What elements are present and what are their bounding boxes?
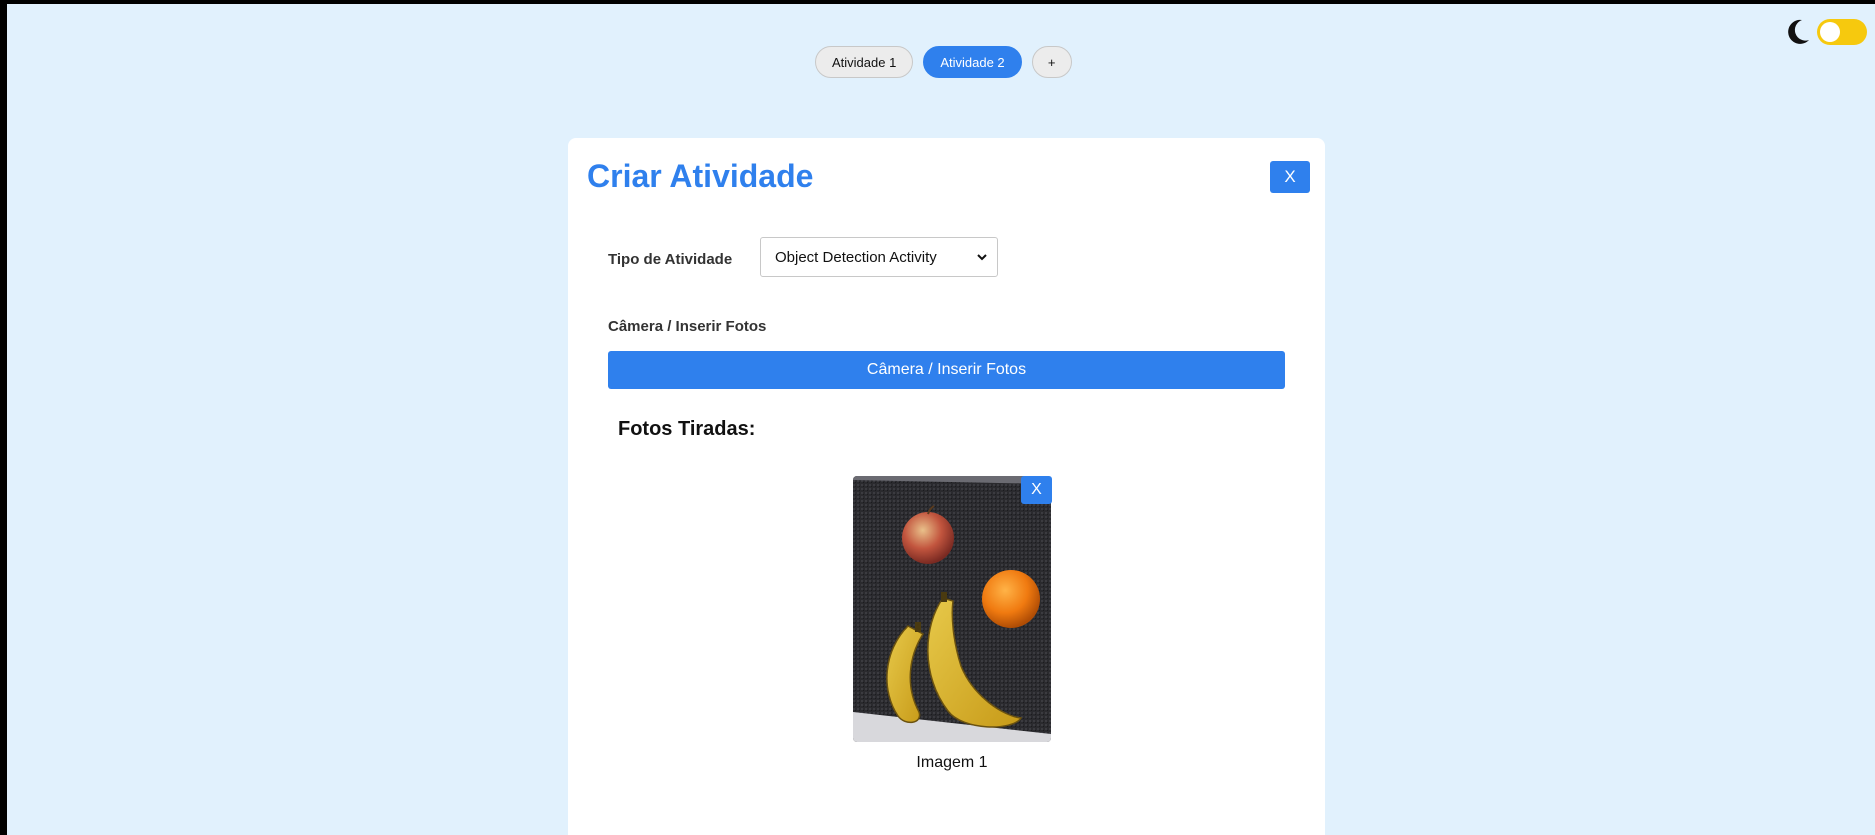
create-activity-modal: Criar Atividade X Tipo de Atividade Obje… xyxy=(568,138,1325,835)
activity-tabs: Atividade 1 Atividade 2 + xyxy=(815,46,1072,78)
camera-insert-photos-button[interactable]: Câmera / Inserir Fotos xyxy=(608,351,1285,389)
remove-photo-button[interactable]: X xyxy=(1021,476,1052,504)
moon-icon xyxy=(1788,19,1809,44)
theme-toggle[interactable] xyxy=(1785,18,1867,46)
tab-atividade-2[interactable]: Atividade 2 xyxy=(923,46,1022,78)
close-modal-button[interactable]: X xyxy=(1270,161,1310,193)
photo-fruits-image xyxy=(853,476,1051,742)
chevron-down-icon xyxy=(977,254,987,261)
switch-knob xyxy=(1820,22,1840,42)
app-viewport: Atividade 1 Atividade 2 + Criar Atividad… xyxy=(7,4,1875,835)
photos-heading: Fotos Tiradas: xyxy=(618,418,756,440)
activity-type-select[interactable]: Object Detection Activity xyxy=(760,237,998,277)
modal-title: Criar Atividade xyxy=(587,158,814,194)
photo-card: X xyxy=(853,476,1052,742)
add-tab-button[interactable]: + xyxy=(1031,46,1072,78)
tab-atividade-1[interactable]: Atividade 1 xyxy=(815,46,914,78)
activity-type-value: Object Detection Activity xyxy=(775,248,937,266)
theme-switch[interactable] xyxy=(1817,19,1867,45)
photo-caption: Imagem 1 xyxy=(916,754,988,771)
camera-label: Câmera / Inserir Fotos xyxy=(608,318,767,335)
activity-type-label: Tipo de Atividade xyxy=(608,251,733,268)
